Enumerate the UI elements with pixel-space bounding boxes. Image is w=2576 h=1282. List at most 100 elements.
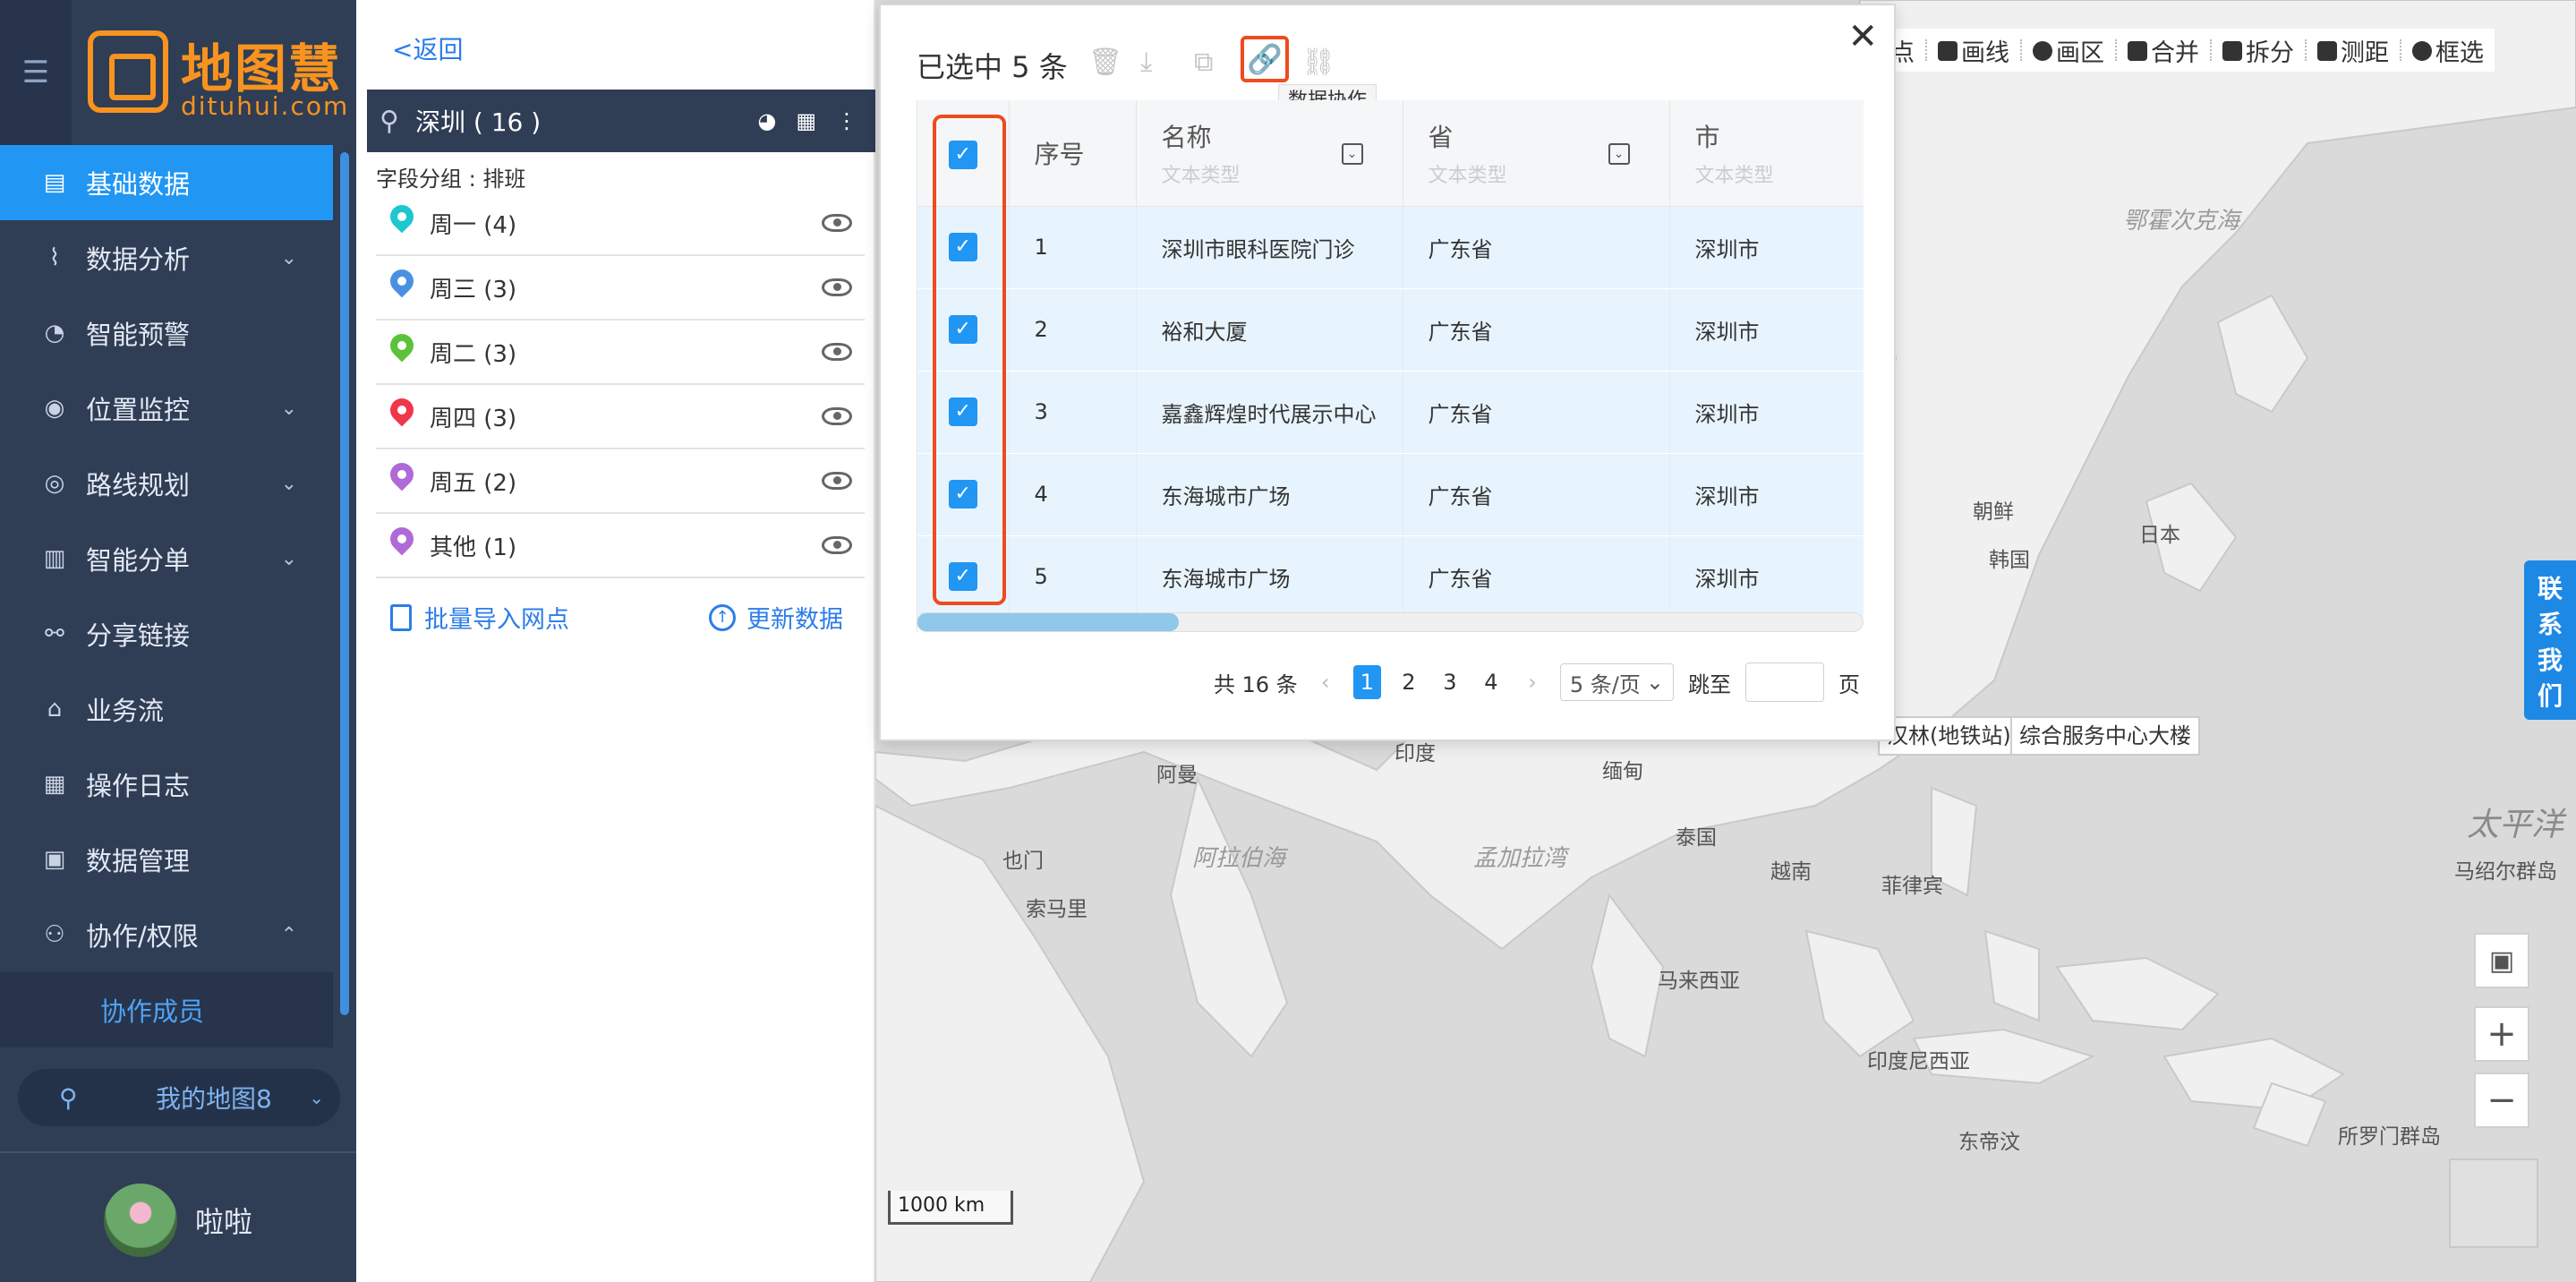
column-type: 文本类型: [1428, 164, 1507, 187]
sidebar-item-collaboration[interactable]: ⚇ 协作/权限 ⌃: [0, 897, 333, 972]
layer-header[interactable]: ⚲ 深圳 ( 16 ) ◕ ▦ ⋮: [367, 90, 875, 152]
sidebar-item-data-management[interactable]: ▣ 数据管理: [0, 822, 333, 897]
scrollbar-thumb[interactable]: [917, 613, 1179, 631]
tool-merge[interactable]: 合并: [2128, 33, 2199, 68]
sidebar-item-share-link[interactable]: ⚯ 分享链接: [0, 596, 333, 671]
delete-icon[interactable]: 🗑: [1088, 47, 1122, 78]
sidebar-item-operation-log[interactable]: ▦ 操作日志: [0, 747, 333, 822]
eye-icon[interactable]: [822, 278, 852, 296]
chevron-down-icon: ⌄: [280, 547, 297, 570]
jump-page-input[interactable]: [1745, 662, 1824, 702]
list-item[interactable]: 周五 (2): [376, 449, 865, 514]
unlink-icon[interactable]: ⛓: [1301, 47, 1335, 78]
cell-province: 广东省: [1403, 535, 1670, 619]
table-icon[interactable]: ▦: [796, 108, 816, 133]
tool-split[interactable]: 拆分: [2222, 33, 2294, 68]
sidebar-item-workflow[interactable]: ⌂ 业务流: [0, 671, 333, 747]
cell-name: 东海城市广场: [1136, 535, 1403, 619]
export-icon[interactable]: ⧉: [1194, 47, 1213, 78]
avatar[interactable]: [104, 1184, 177, 1257]
layer-panel: <返回 ⚲ 深圳 ( 16 ) ◕ ▦ ⋮ 字段分组 : 排班 周一 (4) 周…: [356, 0, 875, 1282]
marker-icon: [388, 334, 415, 370]
filter-icon[interactable]: ⌄: [1608, 143, 1630, 165]
zoom-out-button[interactable]: −: [2474, 1073, 2529, 1128]
logo-mark: [88, 30, 168, 113]
tool-measure[interactable]: 测距: [2317, 33, 2389, 68]
column-title: 省: [1428, 122, 1454, 152]
sidebar-subitem-collaborators[interactable]: 协作成员: [0, 972, 333, 1047]
close-icon[interactable]: ✕: [1847, 16, 1878, 57]
measure-label: 测距: [2341, 38, 2389, 67]
download-icon[interactable]: ⤓: [1140, 47, 1152, 78]
table-row[interactable]: ✓ 4 东海城市广场 广东省 深圳市: [917, 453, 1864, 536]
table-row[interactable]: ✓ 2 裕和大厦 广东省 深圳市: [917, 288, 1864, 372]
column-header[interactable]: 省文本类型 ⌄: [1403, 100, 1670, 207]
separator: [2020, 39, 2022, 61]
sidebar-scrollbar[interactable]: [340, 152, 349, 1015]
box-select-label: 框选: [2435, 38, 2484, 67]
list-item[interactable]: 周四 (3): [376, 385, 865, 449]
update-data-label: 更新数据: [746, 606, 843, 634]
basemap-switcher[interactable]: [2449, 1158, 2538, 1248]
list-item[interactable]: 周二 (3): [376, 320, 865, 385]
page-2[interactable]: 2: [1395, 665, 1422, 699]
map-label: 菲律宾: [1881, 875, 1943, 898]
filter-icon[interactable]: ⌄: [1341, 143, 1363, 165]
cell-index: 1: [1009, 206, 1137, 289]
poi-label[interactable]: 综合服务中心大楼: [2010, 716, 2200, 756]
tool-draw-line[interactable]: 画线: [1938, 33, 2009, 68]
sidebar-item-label: 操作日志: [86, 771, 191, 801]
save-map-button[interactable]: ▣: [2474, 933, 2529, 988]
contact-char: 系: [2537, 610, 2563, 639]
cell-city: 深圳市: [1669, 371, 1864, 454]
back-link[interactable]: <返回: [392, 30, 463, 66]
eye-icon[interactable]: [822, 472, 852, 490]
draw-area-icon: [2033, 40, 2052, 61]
contact-us-button[interactable]: 联 系 我 们: [2524, 560, 2576, 720]
eye-icon[interactable]: [822, 536, 852, 554]
page-3[interactable]: 3: [1437, 665, 1463, 699]
username[interactable]: 啦啦: [195, 1200, 252, 1241]
prev-page-icon[interactable]: ‹: [1312, 665, 1339, 699]
list-item[interactable]: 周三 (3): [376, 256, 865, 320]
poi-label[interactable]: 汉林(地铁站): [1878, 716, 2020, 756]
column-header[interactable]: 序号: [1009, 100, 1137, 207]
page-size-select[interactable]: 5 条/页 ⌄: [1559, 663, 1674, 701]
table-row[interactable]: ✓ 3 嘉鑫辉煌时代展示中心 广东省 深圳市: [917, 371, 1864, 454]
menu-toggle-icon[interactable]: ☰: [0, 0, 72, 145]
palette-icon[interactable]: ◕: [757, 108, 776, 133]
table-row[interactable]: ✓ 5 东海城市广场 广东省 深圳市: [917, 535, 1864, 619]
tool-draw-area[interactable]: 画区: [2033, 33, 2104, 68]
list-item[interactable]: 其他 (1): [376, 514, 865, 578]
update-data-button[interactable]: ↑ 更新数据: [709, 600, 843, 635]
eye-icon[interactable]: [822, 407, 852, 425]
sidebar-item-route-planning[interactable]: ◎ 路线规划 ⌄: [0, 446, 333, 521]
cell-index: 3: [1009, 371, 1137, 454]
zoom-in-button[interactable]: +: [2474, 1006, 2529, 1062]
sidebar-item-basic-data[interactable]: ▤ 基础数据: [0, 145, 333, 220]
column-header[interactable]: 名称 文本类型 ⌄: [1136, 100, 1403, 207]
chevron-up-icon: ⌃: [280, 923, 297, 946]
next-page-icon[interactable]: ›: [1519, 665, 1546, 699]
sidebar-item-smart-dispatch[interactable]: ▥ 智能分单 ⌄: [0, 521, 333, 596]
sidebar-item-location-monitor[interactable]: ◉ 位置监控 ⌄: [0, 371, 333, 446]
page-1[interactable]: 1: [1352, 665, 1381, 699]
data-collaboration-button[interactable]: 🔗: [1241, 36, 1289, 82]
sidebar-item-smart-alert[interactable]: ◔ 智能预警: [0, 295, 333, 371]
bulk-import-button[interactable]: 批量导入网点: [390, 600, 569, 635]
eye-icon[interactable]: [822, 214, 852, 232]
map-label: 印度尼西亚: [1867, 1050, 1970, 1073]
upload-icon: ↑: [709, 603, 736, 631]
page-4[interactable]: 4: [1478, 665, 1505, 699]
more-icon[interactable]: ⋮: [836, 108, 857, 133]
cell-province: 广东省: [1403, 371, 1670, 454]
chevron-down-icon: ⌄: [1645, 670, 1664, 695]
eye-icon[interactable]: [822, 343, 852, 361]
tool-box-select[interactable]: 框选: [2412, 33, 2484, 68]
sidebar-item-data-analysis[interactable]: ⌇ 数据分析 ⌄: [0, 220, 333, 295]
column-header[interactable]: 市文本类型: [1669, 100, 1864, 207]
horizontal-scrollbar[interactable]: [917, 612, 1864, 632]
my-map-selector[interactable]: ⚲ 我的地图8 ⌄: [18, 1069, 340, 1126]
table-row[interactable]: ✓ 1 深圳市眼科医院门诊 广东省 深圳市: [917, 206, 1864, 289]
list-item[interactable]: 周一 (4): [376, 192, 865, 256]
